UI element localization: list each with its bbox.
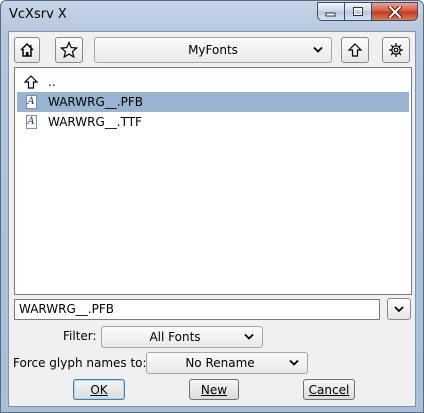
dialog-body: MyFonts .. A WARWRG__.PFB A WARWRG__.TTF… <box>8 31 416 407</box>
star-icon <box>60 41 78 59</box>
arrow-up-icon <box>347 43 363 57</box>
filter-dropdown[interactable]: All Fonts <box>101 326 263 348</box>
chevron-down-icon <box>394 305 404 312</box>
list-item[interactable]: A WARWRG__.TTF <box>17 112 409 132</box>
close-icon <box>387 5 402 18</box>
dialog-window: VcXsrv X MyFonts .. A WARWRG__.PFB A WAR… <box>0 0 424 413</box>
font-file-icon: A <box>25 95 37 109</box>
caption-buttons <box>317 2 418 21</box>
cancel-button[interactable]: Cancel <box>303 379 355 400</box>
home-button[interactable] <box>14 37 40 63</box>
new-button[interactable]: New <box>189 379 239 400</box>
minimize-button[interactable] <box>317 2 344 21</box>
ok-button[interactable]: OK <box>73 379 125 400</box>
location-value: MyFonts <box>188 43 238 57</box>
title-bar[interactable]: VcXsrv X <box>1 1 423 31</box>
chevron-down-icon <box>289 359 299 366</box>
ok-button-label: OK <box>90 382 108 397</box>
cancel-button-label: Cancel <box>308 382 350 397</box>
list-item-parent-directory[interactable]: .. <box>17 72 409 92</box>
bookmark-button[interactable] <box>55 37 83 63</box>
list-item-icon-wrap: A <box>20 95 42 109</box>
window-title: VcXsrv X <box>9 7 67 22</box>
filename-input[interactable]: WARWRG__.PFB <box>14 299 380 320</box>
glyph-names-dropdown[interactable]: No Rename <box>146 352 308 374</box>
glyph-names-value: No Rename <box>185 356 255 370</box>
arrow-up-icon <box>24 75 38 89</box>
file-name: WARWRG__.TTF <box>48 115 142 129</box>
chevron-down-icon <box>244 333 254 340</box>
parent-folder-button[interactable] <box>341 37 369 63</box>
glyph-names-label: Force glyph names to: <box>13 356 147 370</box>
file-name: WARWRG__.PFB <box>48 95 143 109</box>
minimize-icon <box>325 12 336 16</box>
filter-label: Filter: <box>63 329 97 343</box>
new-button-label: New <box>200 382 228 397</box>
location-dropdown[interactable]: MyFonts <box>94 37 332 63</box>
font-file-icon: A <box>25 115 37 129</box>
close-button[interactable] <box>371 2 418 21</box>
gear-icon <box>389 43 403 57</box>
home-icon <box>20 42 34 57</box>
filter-value: All Fonts <box>149 330 201 344</box>
list-item-selected[interactable]: A WARWRG__.PFB <box>17 92 409 112</box>
settings-button[interactable] <box>382 37 410 63</box>
list-item-icon-wrap: A <box>20 115 42 129</box>
maximize-button[interactable] <box>344 2 371 21</box>
maximize-icon <box>353 7 363 16</box>
file-list[interactable]: .. A WARWRG__.PFB A WARWRG__.TTF <box>14 67 412 295</box>
filename-history-button[interactable] <box>387 298 411 320</box>
file-name: .. <box>48 75 56 89</box>
chevron-down-icon <box>313 46 323 53</box>
list-item-icon-wrap <box>20 75 42 89</box>
